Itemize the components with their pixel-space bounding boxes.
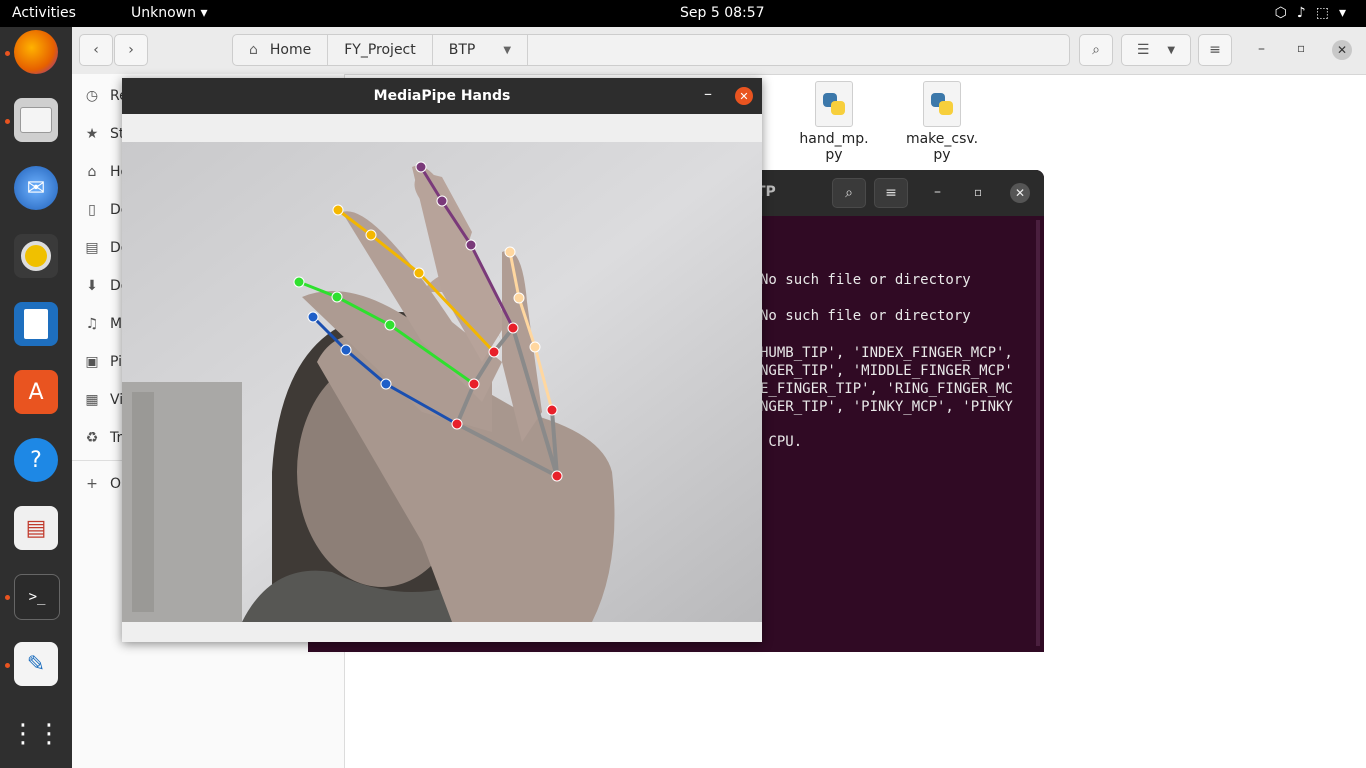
view-options-button[interactable]: ☰ ▼ xyxy=(1121,34,1191,66)
minimize-button[interactable]: – xyxy=(1258,41,1265,57)
volume-icon[interactable]: ♪ xyxy=(1297,5,1306,21)
terminal-line: NGER_TIP', 'MIDDLE_FINGER_MCP' xyxy=(760,363,1013,379)
mediapipe-status-bar xyxy=(122,622,762,642)
camera-image xyxy=(122,142,762,622)
hamburger-icon: ≡ xyxy=(885,185,897,201)
sidebar-item-videos[interactable]: ▦ Vi xyxy=(84,388,123,412)
clock[interactable]: Sep 5 08:57 xyxy=(680,5,765,21)
software-icon[interactable]: A xyxy=(14,370,58,414)
terminal-line: No such file or directory xyxy=(760,272,971,288)
clock-icon: ◷ xyxy=(85,88,99,104)
chevron-left-icon: ‹ xyxy=(93,42,99,58)
download-icon: ⬇ xyxy=(86,278,98,294)
chevron-down-icon: ▼ xyxy=(503,44,512,56)
running-indicator xyxy=(5,119,10,124)
mediapipe-minimize-button[interactable]: – xyxy=(704,84,712,103)
mediapipe-window[interactable]: MediaPipe Hands – ✕ xyxy=(122,78,762,642)
breadcrumb-fy-project[interactable]: FY_Project xyxy=(328,35,433,65)
activities-button[interactable]: Activities xyxy=(12,5,76,21)
thunderbird-icon[interactable]: ✉ xyxy=(14,166,58,210)
hamburger-icon: ≡ xyxy=(1209,42,1221,58)
system-tray[interactable]: ⬡ ♪ ⬚ ▾ xyxy=(1275,5,1346,21)
sidebar-item-trash[interactable]: ♻ Tr xyxy=(84,426,123,450)
chevron-down-icon: ▼ xyxy=(1167,44,1176,56)
close-button[interactable]: ✕ xyxy=(1332,40,1352,60)
search-icon: ⌕ xyxy=(1092,42,1100,58)
terminal-line: E_FINGER_TIP', 'RING_FINGER_MC xyxy=(760,381,1013,397)
terminal-scrollbar[interactable] xyxy=(1036,220,1040,646)
network-icon[interactable]: ⬡ xyxy=(1275,5,1287,21)
mediapipe-toolbar xyxy=(122,114,762,142)
help-icon[interactable]: ? xyxy=(14,438,58,482)
terminal-minimize-button[interactable]: – xyxy=(934,184,941,200)
terminal-line: No such file or directory xyxy=(760,308,971,324)
writer-icon[interactable] xyxy=(14,302,58,346)
menu-button[interactable]: ≡ xyxy=(1198,34,1232,66)
star-icon: ★ xyxy=(85,126,99,142)
mediapipe-header-bar: MediaPipe Hands – ✕ xyxy=(122,78,762,114)
terminal-line: NGER_TIP', 'PINKY_MCP', 'PINKY xyxy=(760,399,1013,415)
terminal-icon[interactable]: >_ xyxy=(14,574,60,620)
breadcrumb-home[interactable]: ⌂ Home xyxy=(233,35,329,65)
files-icon[interactable] xyxy=(14,98,58,142)
path-bar[interactable]: ⌂ Home FY_Project BTP ▼ xyxy=(232,34,1070,66)
maximize-button[interactable]: ▫ xyxy=(1297,41,1305,55)
forward-button[interactable]: › xyxy=(114,34,148,66)
music-icon: ♫ xyxy=(85,316,99,332)
mediapipe-close-button[interactable]: ✕ xyxy=(735,87,753,105)
desktop-icon: ▯ xyxy=(88,202,96,218)
show-apps-icon[interactable]: ⋮⋮ xyxy=(10,712,62,756)
home-icon: ⌂ xyxy=(87,164,97,180)
camera-frame xyxy=(122,142,762,622)
plus-icon: + xyxy=(86,476,98,492)
dock: ✉ A ? ▤ >_ ✎ ⋮⋮ xyxy=(0,27,72,768)
file-hand-mp[interactable]: hand_mp. py xyxy=(794,81,874,163)
search-button[interactable]: ⌕ xyxy=(1079,34,1113,66)
video-icon: ▦ xyxy=(85,392,99,408)
home-icon: ⌂ xyxy=(249,42,258,58)
python-file-icon xyxy=(923,81,961,127)
breadcrumb-btp[interactable]: BTP ▼ xyxy=(433,35,529,65)
chevron-right-icon: › xyxy=(128,42,134,58)
text-editor-icon[interactable]: ✎ xyxy=(14,642,58,686)
back-button[interactable]: ‹ xyxy=(79,34,113,66)
top-bar: Activities Unknown ▾ Sep 5 08:57 ⬡ ♪ ⬚ ▾ xyxy=(0,0,1366,27)
sidebar-item-pictures[interactable]: ▣ Pi xyxy=(84,350,122,374)
trash-icon: ♻ xyxy=(85,430,99,446)
document-icon: ▤ xyxy=(85,240,99,256)
terminal-close-button[interactable]: ✕ xyxy=(1010,183,1030,203)
sidebar-item-starred[interactable]: ★ St xyxy=(84,122,125,146)
rhythmbox-icon[interactable] xyxy=(14,234,58,278)
mediapipe-title: MediaPipe Hands xyxy=(373,88,511,104)
python-file-icon xyxy=(815,81,853,127)
picture-icon: ▣ xyxy=(85,354,99,370)
firefox-icon[interactable] xyxy=(14,30,58,74)
chevron-down-icon[interactable]: ▾ xyxy=(1339,5,1346,21)
running-indicator xyxy=(5,663,10,668)
terminal-line: CPU. xyxy=(760,434,803,450)
document-viewer-icon[interactable]: ▤ xyxy=(14,506,58,550)
battery-icon[interactable]: ⬚ xyxy=(1316,5,1329,21)
files-header-bar: ‹ › ⌂ Home FY_Project BTP ▼ ⌕ ☰ ▼ ≡ – ▫ ✕ xyxy=(72,27,1366,75)
app-menu[interactable]: Unknown ▾ xyxy=(131,5,207,21)
running-indicator xyxy=(5,595,10,600)
terminal-search-button[interactable]: ⌕ xyxy=(832,178,866,208)
search-icon: ⌕ xyxy=(845,185,853,201)
terminal-maximize-button[interactable]: ▫ xyxy=(974,185,982,199)
list-view-icon: ☰ xyxy=(1136,42,1150,58)
file-make-csv[interactable]: make_csv. py xyxy=(902,81,982,163)
sidebar-item-other-locations[interactable]: + O xyxy=(84,472,121,496)
terminal-menu-button[interactable]: ≡ xyxy=(874,178,908,208)
terminal-line: HUMB_TIP', 'INDEX_FINGER_MCP', xyxy=(760,345,1013,361)
running-indicator xyxy=(5,51,10,56)
